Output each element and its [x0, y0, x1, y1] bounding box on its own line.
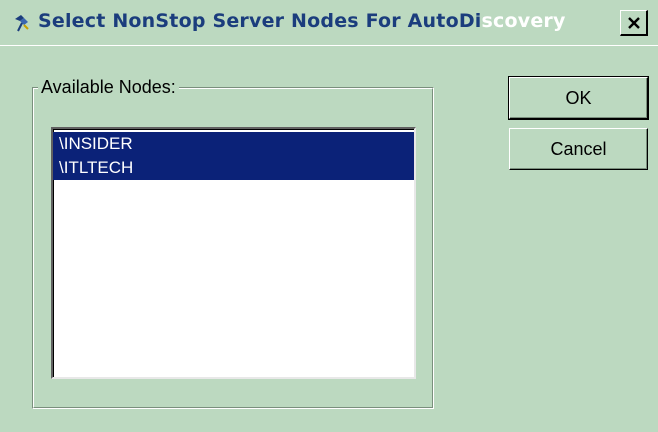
available-nodes-label: Available Nodes:	[38, 77, 179, 97]
window-title-fade: scovery	[481, 10, 566, 32]
list-item-insider[interactable]: \INSIDER	[53, 132, 414, 156]
nodes-listbox[interactable]: \INSIDER \ITLTECH	[51, 127, 416, 379]
close-button[interactable]	[620, 10, 648, 36]
window-title: Select NonStop Server Nodes For AutoDisc…	[38, 10, 566, 32]
cancel-button[interactable]: Cancel	[509, 128, 648, 170]
app-pin-icon	[12, 13, 32, 33]
close-icon	[628, 17, 640, 29]
title-bar[interactable]: Select NonStop Server Nodes For AutoDisc…	[0, 0, 658, 46]
list-item-itltech[interactable]: \ITLTECH	[53, 156, 414, 180]
ok-button[interactable]: OK	[508, 76, 649, 120]
dialog-window: Select NonStop Server Nodes For AutoDisc…	[0, 0, 658, 432]
window-title-main: Select NonStop Server Nodes For AutoDi	[38, 10, 482, 32]
